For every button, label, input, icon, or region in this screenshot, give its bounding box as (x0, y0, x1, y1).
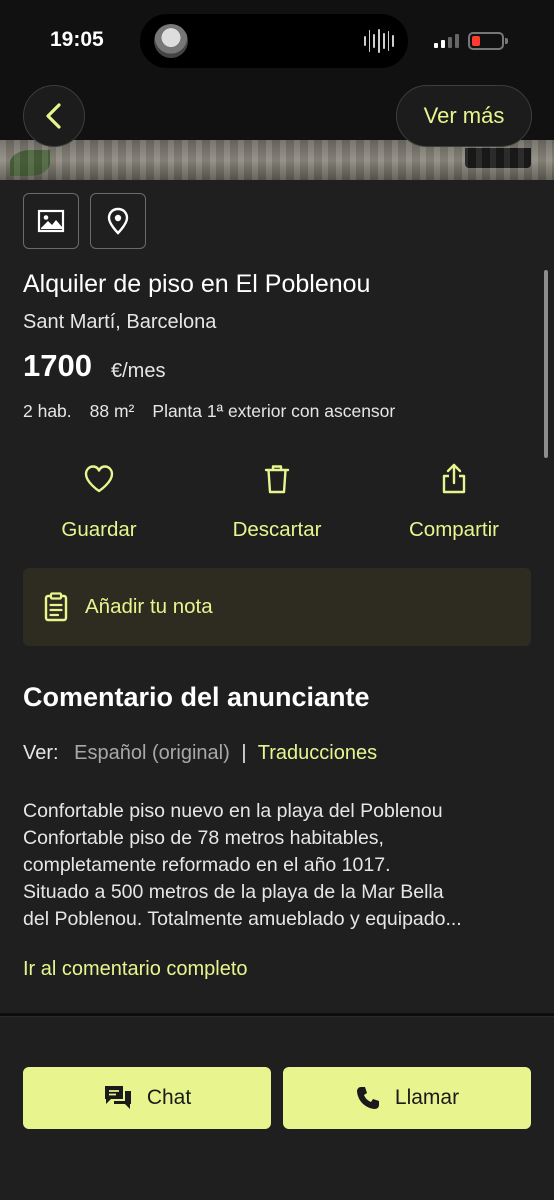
photo-counter-badge (465, 148, 531, 168)
listing-location: Sant Martí, Barcelona (23, 311, 217, 333)
share-icon (442, 463, 466, 494)
trash-icon (264, 465, 290, 494)
chat-button[interactable]: Chat (23, 1067, 271, 1129)
language-separator: | (241, 742, 247, 764)
save-label: Guardar (61, 518, 137, 541)
clipboard-icon (44, 592, 68, 622)
map-tab-button[interactable] (90, 193, 146, 249)
chat-icon (104, 1086, 131, 1109)
call-label: Llamar (394, 1086, 460, 1109)
scrollbar[interactable] (544, 270, 548, 458)
add-note-label: Añadir tu nota (85, 595, 213, 618)
ver-mas-button[interactable]: Ver más (396, 85, 532, 147)
photos-tab-button[interactable] (23, 193, 79, 249)
listing-title: Alquiler de piso en El Poblenou (23, 270, 371, 298)
image-icon (37, 209, 65, 233)
phone-icon (356, 1087, 379, 1109)
feature-rooms: 2 hab. (23, 401, 72, 421)
translations-link[interactable]: Traducciones (258, 742, 377, 764)
call-button[interactable]: Llamar (283, 1067, 531, 1129)
discard-button[interactable]: Descartar (202, 462, 352, 542)
comment-line: del Poblenou. Totalmente amueblado y equ… (23, 908, 462, 930)
share-label: Compartir (409, 518, 499, 541)
chat-label: Chat (146, 1086, 192, 1109)
plant-leaf (10, 150, 50, 176)
heart-icon (84, 465, 114, 493)
now-playing-artwork (154, 24, 188, 58)
price-unit: €/mes (111, 360, 166, 382)
original-language-option[interactable]: Español (original) (74, 742, 230, 764)
save-button[interactable]: Guardar (24, 462, 174, 542)
status-bar: 19:05 (0, 0, 554, 86)
feature-floor: Planta 1ª exterior con ascensor (152, 401, 396, 421)
add-note-button[interactable]: Añadir tu nota (23, 568, 531, 646)
comment-line: Confortable piso nuevo en la playa del P… (23, 800, 443, 822)
status-time: 19:05 (50, 28, 104, 51)
listing-features: 2 hab. 88 m² Planta 1ª exterior con asce… (23, 401, 395, 422)
dynamic-island (140, 14, 408, 68)
comment-line: completamente reformado en el año 1017. (23, 854, 391, 876)
audio-waveform-icon (364, 28, 395, 54)
cellular-signal-icon (434, 34, 459, 48)
full-comment-link[interactable]: Ir al comentario completo (23, 958, 248, 981)
comment-section-title: Comentario del anunciante (23, 682, 370, 712)
location-pin-icon (107, 207, 129, 235)
chevron-left-icon (46, 103, 61, 129)
discard-label: Descartar (232, 518, 322, 541)
back-button[interactable] (23, 85, 85, 147)
ver-label: Ver: (23, 742, 59, 764)
listing-price: 1700 (23, 348, 92, 383)
battery-icon (468, 32, 508, 50)
comment-line: Situado a 500 metros de la playa de la M… (23, 881, 444, 903)
share-button[interactable]: Compartir (379, 462, 529, 542)
feature-area: 88 m² (89, 401, 135, 421)
advertiser-comment: Confortable piso nuevo en la playa del P… (23, 798, 529, 933)
comment-line: Confortable piso de 78 metros habitables… (23, 827, 384, 849)
language-selector: Ver: Español (original) | Traducciones (23, 742, 377, 765)
